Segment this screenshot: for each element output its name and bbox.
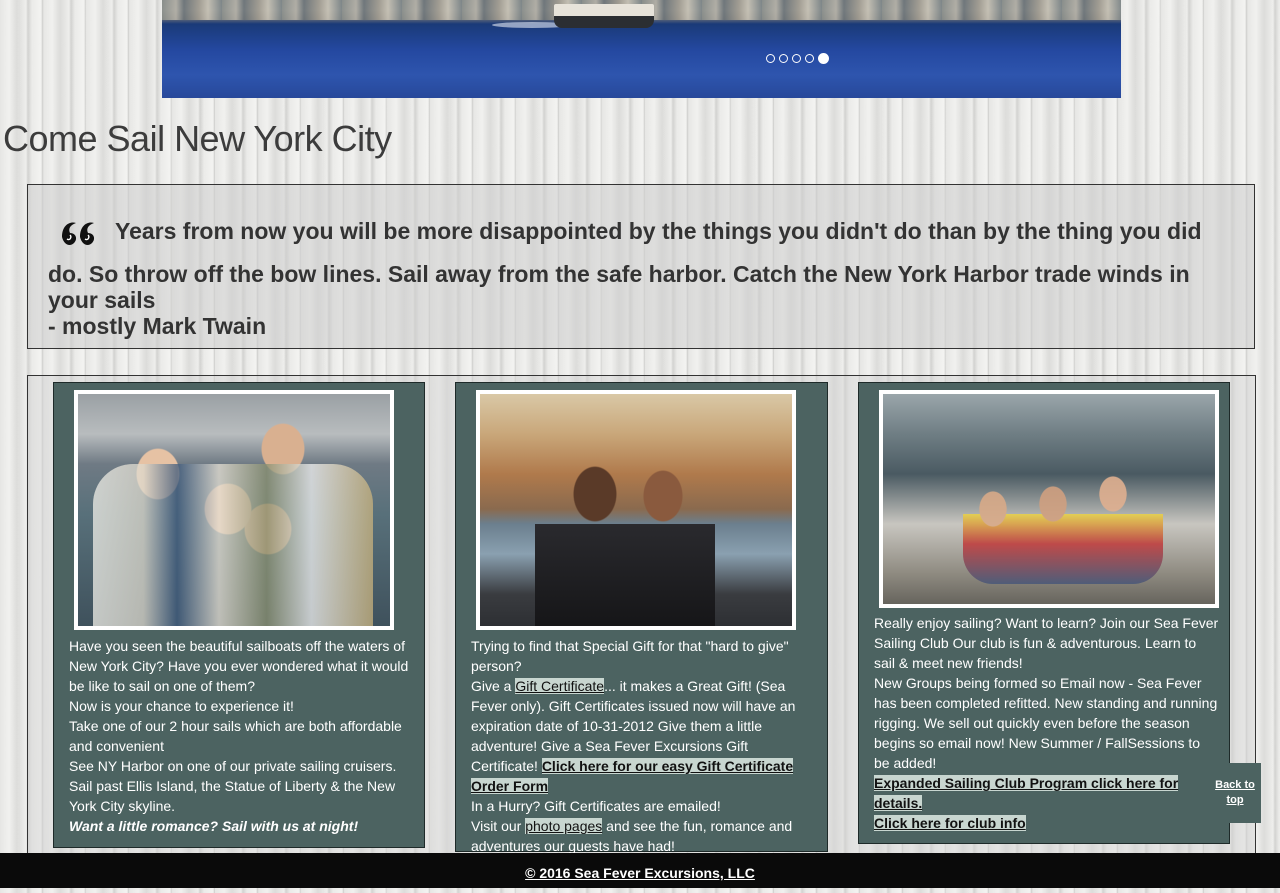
crew-figures bbox=[963, 434, 1163, 584]
card1-romance-line: Want a little romance? Sail with us at n… bbox=[69, 818, 359, 834]
slideshow-dots bbox=[766, 53, 829, 64]
card2-paragraph-1: Trying to find that Special Gift for tha… bbox=[471, 638, 789, 674]
slide-dot-1[interactable] bbox=[766, 54, 775, 63]
club-sailing-photo bbox=[879, 390, 1219, 608]
card3-paragraph-2: New Groups being formed so Email now - S… bbox=[874, 675, 1218, 771]
hero-slideshow-image bbox=[162, 0, 1121, 98]
group-sailing-photo bbox=[74, 390, 394, 630]
quote-line-2: do. So throw off the bow lines. Sail awa… bbox=[48, 261, 1190, 313]
sailing-club-card: Really enjoy sailing? Want to learn? Joi… bbox=[858, 382, 1230, 844]
card2-paragraph-4: Visit our photo pages and see the fun, r… bbox=[471, 816, 817, 856]
card2-visit-our: Visit our bbox=[471, 818, 526, 834]
card2-paragraph-3: In a Hurry? Gift Certificates are emaile… bbox=[471, 798, 721, 814]
slide-dot-3[interactable] bbox=[792, 54, 801, 63]
sailing-club-text: Really enjoy sailing? Want to learn? Joi… bbox=[874, 613, 1219, 833]
card1-paragraph-3: Take one of our 2 hour sails which are b… bbox=[69, 718, 402, 754]
quote-text: Years from now you will be more disappoi… bbox=[48, 218, 1218, 339]
slide-dot-2[interactable] bbox=[779, 54, 788, 63]
club-info-link[interactable]: Click here for club info bbox=[874, 815, 1026, 831]
couple-sailing-photo bbox=[476, 390, 796, 630]
card2-paragraph-2: Give a Gift Certificate... it makes a Gr… bbox=[471, 676, 817, 796]
photo-pages-link[interactable]: photo pages bbox=[525, 818, 603, 834]
back-to-top-button[interactable]: Back to top bbox=[1209, 763, 1261, 823]
quote-attribution: - mostly Mark Twain bbox=[48, 313, 267, 339]
footer: © 2016 Sea Fever Excursions, LLC bbox=[0, 853, 1280, 888]
card1-paragraph-4: See NY Harbor on one of our private sail… bbox=[69, 758, 397, 814]
quote-line-1: Years from now you will be more disappoi… bbox=[115, 218, 1202, 244]
copyright-text[interactable]: © 2016 Sea Fever Excursions, LLC bbox=[525, 865, 755, 881]
card1-paragraph-1: Have you seen the beautiful sailboats of… bbox=[69, 638, 409, 694]
couple-figures bbox=[535, 454, 715, 626]
sightseeing-text: Have you seen the beautiful sailboats of… bbox=[69, 636, 414, 836]
gift-certificate-card: Trying to find that Special Gift for tha… bbox=[455, 382, 828, 854]
gift-certificate-text: Trying to find that Special Gift for tha… bbox=[471, 636, 817, 856]
gift-certificate-link[interactable]: Gift Certificate bbox=[515, 678, 605, 694]
slide-dot-5-active[interactable] bbox=[818, 53, 829, 64]
sightseeing-card: Have you seen the beautiful sailboats of… bbox=[53, 382, 425, 848]
expanded-club-program-link[interactable]: Expanded Sailing Club Program click here… bbox=[874, 775, 1179, 811]
card1-paragraph-2: Now is your chance to experience it! bbox=[69, 698, 294, 714]
card2-give-a: Give a bbox=[471, 678, 516, 694]
group-figures bbox=[93, 464, 373, 626]
ferry-boat bbox=[554, 4, 654, 28]
slide-dot-4[interactable] bbox=[805, 54, 814, 63]
page-title: Come Sail New York City bbox=[3, 118, 392, 159]
quote-box: Years from now you will be more disappoi… bbox=[27, 184, 1255, 349]
card3-paragraph-1: Really enjoy sailing? Want to learn? Joi… bbox=[874, 615, 1219, 671]
